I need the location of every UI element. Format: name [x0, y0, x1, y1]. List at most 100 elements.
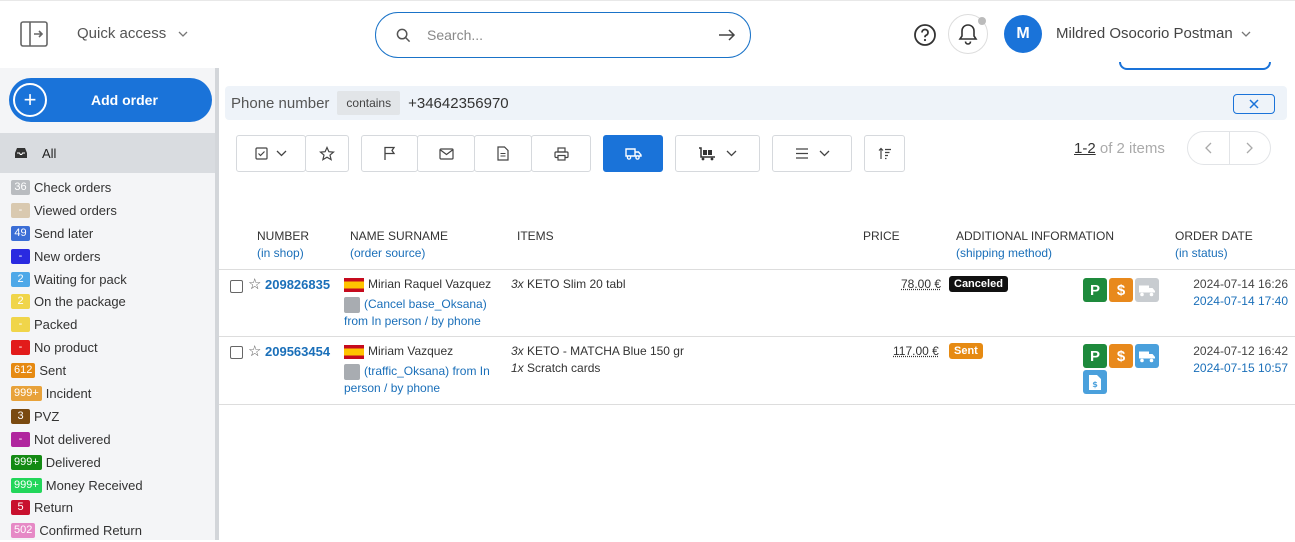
- sidebar-item-return[interactable]: 5 Return: [11, 496, 211, 519]
- column-header-date[interactable]: ORDER DATE (in status): [1175, 228, 1253, 262]
- header-label: NAME SURNAME: [350, 229, 449, 243]
- star-icon[interactable]: ☆: [248, 276, 261, 293]
- user-name: Mildred Osocorio Postman: [1056, 25, 1233, 42]
- spain-flag-icon: [344, 344, 364, 359]
- sidebar-item-confirmed-return[interactable]: 502 Confirmed Return: [11, 519, 211, 542]
- sidebar-item-label: No product: [34, 340, 98, 356]
- sidebar-item-viewed-orders[interactable]: - Viewed orders: [11, 199, 211, 222]
- sidebar-item-on-the-package[interactable]: 2 On the package: [11, 290, 211, 313]
- sidebar: + Add order All 36 Check orders - Viewed or…: [0, 68, 219, 540]
- p-icon[interactable]: P: [1083, 344, 1107, 368]
- filter-operator[interactable]: contains: [337, 91, 401, 115]
- top-bar: Quick access M Mildred Osocorio Postman: [0, 0, 1295, 68]
- truck-icon[interactable]: [1135, 278, 1159, 302]
- p-icon[interactable]: P: [1083, 278, 1107, 302]
- user-menu[interactable]: Mildred Osocorio Postman: [1056, 25, 1251, 42]
- column-header-price[interactable]: PRICE: [863, 228, 900, 245]
- avatar[interactable]: M: [1004, 15, 1042, 53]
- envelope-icon: [438, 147, 454, 160]
- sidebar-item-label: All: [42, 145, 57, 161]
- next-page-button[interactable]: [1228, 132, 1271, 164]
- status-badge: Sent: [949, 342, 983, 359]
- status-label: Canceled: [949, 276, 1008, 292]
- count-badge: -: [11, 317, 30, 333]
- sort-button[interactable]: [864, 135, 905, 172]
- order-date: 2024-07-14 16:26: [1193, 277, 1288, 291]
- sidebar-toggle-icon[interactable]: [20, 21, 48, 47]
- arrow-right-icon[interactable]: [718, 29, 736, 41]
- help-icon[interactable]: [913, 23, 937, 47]
- sidebar-item-all[interactable]: All: [0, 133, 215, 173]
- table-header: NUMBER (in shop) NAME SURNAME (order sourc…: [219, 228, 1295, 270]
- email-button[interactable]: [417, 135, 475, 172]
- sidebar-item-label: Not delivered: [34, 431, 111, 447]
- row-checkbox[interactable]: [230, 346, 243, 359]
- item-qty: 3x: [511, 344, 524, 358]
- sidebar-item-label: Delivered: [45, 454, 101, 470]
- add-order-button[interactable]: + Add order: [9, 78, 212, 122]
- sidebar-item-waiting-for-pack[interactable]: 2 Waiting for pack: [11, 268, 211, 291]
- order-source-link[interactable]: (Cancel base_Oksana): [364, 297, 487, 311]
- sidebar-item-no-product[interactable]: - No product: [11, 336, 211, 359]
- sidebar-item-not-delivered[interactable]: - Not delivered: [11, 428, 211, 451]
- sidebar-item-label: New orders: [34, 248, 101, 264]
- item-qty: 1x: [511, 361, 524, 375]
- inbox-icon: [15, 148, 27, 158]
- dates-cell: 2024-07-12 16:42 2024-07-15 10:57: [1190, 343, 1288, 377]
- clear-filter-button[interactable]: [1233, 94, 1275, 114]
- sidebar-item-send-later[interactable]: 49 Send later: [11, 222, 211, 245]
- prev-page-button[interactable]: [1188, 132, 1229, 164]
- sidebar-item-pvz[interactable]: 3 PVZ: [11, 405, 211, 428]
- document-button[interactable]: [474, 135, 532, 172]
- pagination-range[interactable]: 1-2: [1074, 140, 1096, 157]
- sidebar-item-sent[interactable]: 612 Sent: [11, 359, 211, 382]
- pagination-buttons: [1187, 131, 1271, 165]
- row-checkbox[interactable]: [230, 280, 243, 293]
- list-options-dropdown[interactable]: [772, 135, 852, 172]
- header-label: ORDER DATE: [1175, 229, 1253, 243]
- notifications-button[interactable]: [948, 14, 988, 54]
- user-icon: [344, 363, 360, 380]
- sidebar-item-incident[interactable]: 999+ Incident: [11, 382, 211, 405]
- favorite-button[interactable]: [305, 135, 349, 172]
- count-badge: 2: [11, 271, 30, 287]
- dollar-icon[interactable]: $: [1109, 344, 1133, 368]
- plus-icon: +: [13, 83, 47, 117]
- column-header-number[interactable]: NUMBER (in shop): [257, 228, 309, 262]
- column-header-info[interactable]: ADDITIONAL INFORMATION (shipping method): [956, 228, 1114, 262]
- column-header-items[interactable]: ITEMS: [517, 228, 554, 245]
- print-button[interactable]: [531, 135, 591, 172]
- sidebar-item-check-orders[interactable]: 36 Check orders: [11, 176, 211, 199]
- quick-access-menu[interactable]: Quick access: [77, 25, 188, 42]
- warehouse-dropdown[interactable]: [675, 135, 760, 172]
- status-label: Sent: [949, 343, 983, 359]
- shipping-button[interactable]: [603, 135, 663, 172]
- checkbox-icon: [255, 147, 268, 160]
- search-input[interactable]: [427, 27, 718, 43]
- order-number[interactable]: 209826835: [265, 276, 330, 293]
- svg-text:$: $: [1092, 380, 1098, 389]
- table-row[interactable]: ☆ 209826835 Mirian Raquel Vazquez (Cance…: [219, 270, 1295, 337]
- table-row[interactable]: ☆ 209563454 Miriam Vazquez (traffic_Oksa…: [219, 337, 1295, 405]
- item-name: KETO Slim 20 tabl: [527, 277, 626, 291]
- count-badge: -: [11, 248, 30, 264]
- sidebar-item-delivered[interactable]: 999+ Delivered: [11, 451, 211, 474]
- items-cell: 3x KETO Slim 20 tabl: [511, 276, 626, 293]
- order-number[interactable]: 209563454: [265, 343, 330, 360]
- flag-button[interactable]: [361, 135, 418, 172]
- invoice-icon[interactable]: $: [1083, 370, 1107, 394]
- truck-icon[interactable]: [1135, 344, 1159, 368]
- select-all-dropdown[interactable]: [236, 135, 306, 172]
- star-icon[interactable]: ☆: [248, 343, 261, 360]
- price: 78.00 €: [901, 277, 942, 291]
- truck-icon: [624, 148, 642, 160]
- order-source-link[interactable]: (traffic_Oksana) from In: [364, 364, 490, 378]
- sidebar-item-new-orders[interactable]: - New orders: [11, 245, 211, 268]
- dollar-icon[interactable]: $: [1109, 278, 1133, 302]
- chevron-down-icon: [178, 31, 188, 37]
- column-header-name[interactable]: NAME SURNAME (order source): [350, 228, 448, 262]
- header-sublabel: (shipping method): [956, 246, 1053, 260]
- sidebar-item-money-received[interactable]: 999+ Money Received: [11, 474, 211, 497]
- sort-icon: [878, 147, 891, 160]
- sidebar-item-packed[interactable]: - Packed: [11, 313, 211, 336]
